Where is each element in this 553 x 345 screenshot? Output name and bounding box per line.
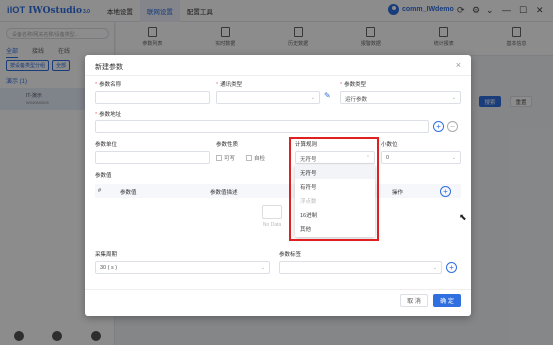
add-value-icon[interactable]: + [440, 186, 451, 197]
param-unit-input[interactable] [95, 151, 210, 164]
param-tag-label: 参数标签 [279, 252, 302, 258]
chevron-down-icon: ⌄ [451, 155, 456, 161]
highlight-box [289, 137, 379, 241]
confirm-button[interactable]: 确 定 [433, 294, 461, 307]
no-data-placeholder: No Data [257, 205, 287, 228]
param-type-select[interactable]: 运行参数 ⌄ [340, 91, 461, 104]
edit-icon[interactable]: ✎ [324, 91, 331, 100]
remove-addr-icon[interactable]: − [447, 121, 458, 132]
chevron-down-icon: ⌄ [432, 265, 437, 271]
divider [85, 289, 471, 290]
comm-type-select[interactable]: ⌄ [216, 91, 320, 104]
param-name-input[interactable] [95, 91, 210, 104]
selfcheck-checkbox[interactable]: 自检 [246, 154, 265, 162]
sample-period-select[interactable]: 30 ( s ) ⌄ [95, 261, 270, 274]
param-addr-input[interactable] [95, 120, 429, 133]
param-tag-select[interactable]: ⌄ [279, 261, 442, 274]
chevron-down-icon: ⌄ [260, 265, 265, 271]
decimals-label: 小数位 [381, 142, 398, 148]
param-name-label: * 参数名称 [95, 82, 122, 88]
mouse-cursor-icon: ⬉ [459, 212, 467, 222]
add-addr-icon[interactable]: + [433, 121, 444, 132]
new-param-dialog: 新建参数 × * 参数名称 * 通讯类型 ⌄ ✎ * 参数类型 运行参数 ⌄ * 参数地址… [85, 55, 471, 316]
add-tag-icon[interactable]: + [446, 262, 457, 273]
close-icon[interactable]: × [456, 60, 461, 70]
param-prop-label: 参数性质 [216, 142, 239, 148]
comm-type-label: * 通讯类型 [216, 82, 243, 88]
decimals-select[interactable]: 0 ⌄ [381, 151, 461, 164]
cancel-button[interactable]: 取 消 [400, 294, 428, 307]
param-value-label: 参数值 [95, 173, 112, 179]
dialog-title: 新建参数 [95, 64, 123, 71]
writable-checkbox[interactable]: 可写 [216, 154, 235, 162]
param-type-label: * 参数类型 [340, 82, 367, 88]
chevron-down-icon: ⌄ [451, 95, 456, 101]
chevron-down-icon: ⌄ [310, 95, 315, 101]
empty-box-icon [262, 205, 282, 219]
param-unit-label: 参数单位 [95, 142, 118, 148]
param-value-table-header: # 参数值 参数值描述 操作 [95, 184, 461, 198]
sample-period-label: 采集周期 [95, 252, 118, 258]
divider [85, 75, 471, 76]
param-addr-label: * 参数地址 [95, 112, 122, 118]
